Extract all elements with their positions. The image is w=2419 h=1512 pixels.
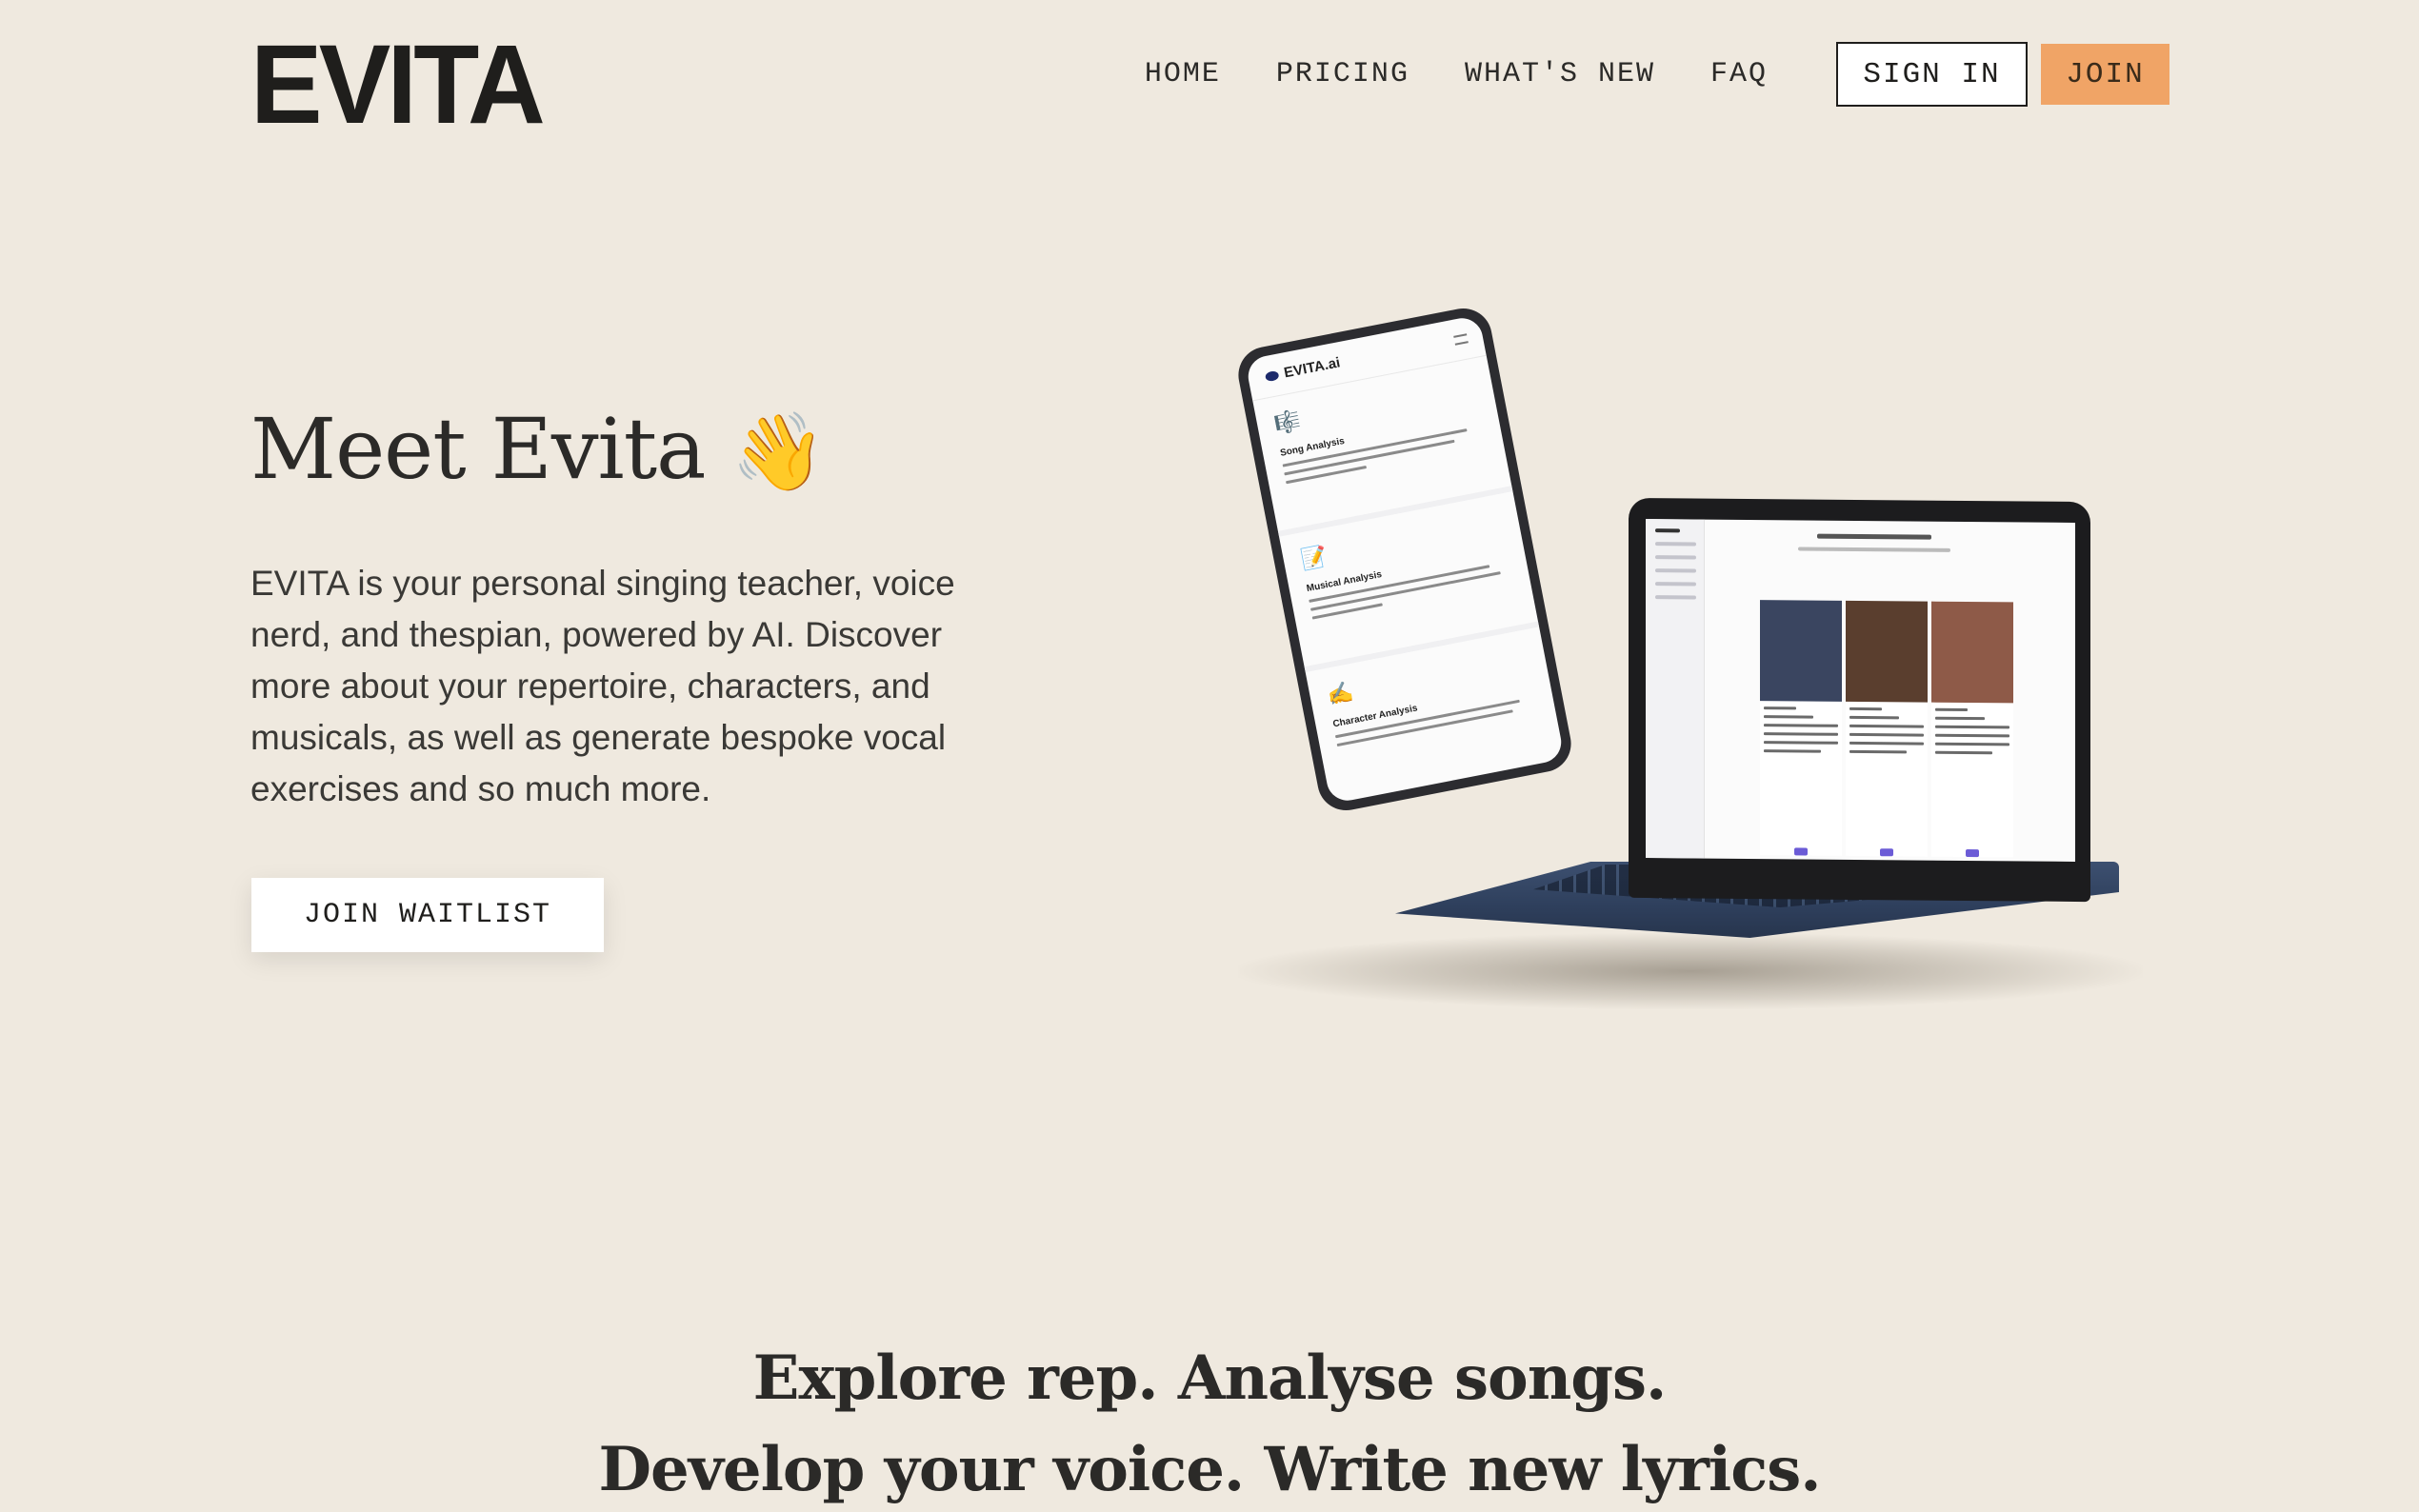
laptop-app-subheading bbox=[1798, 547, 1950, 552]
hero-description: EVITA is your personal singing teacher, … bbox=[250, 564, 955, 808]
phone-display: EVITA.ai 🎼 Song Analysis 📝 Musical Analy… bbox=[1244, 314, 1566, 805]
phone-app-brand: EVITA.ai bbox=[1282, 354, 1342, 382]
laptop-screen bbox=[1629, 497, 2090, 903]
join-waitlist-button[interactable]: JOIN WAITLIST bbox=[251, 878, 604, 952]
hero-title-text: Meet Evita bbox=[250, 400, 707, 498]
nav-whats-new[interactable]: WHAT'S NEW bbox=[1465, 58, 1655, 90]
nav-home[interactable]: HOME bbox=[1145, 58, 1221, 90]
evita-logo[interactable]: EVITA bbox=[250, 29, 546, 141]
tagline-line-2: Develop your voice. Write new lyrics. bbox=[598, 1434, 1821, 1505]
laptop-app-heading bbox=[1817, 533, 1931, 540]
top-nav: HOME PRICING WHAT'S NEW FAQ SIGN IN JOIN bbox=[1133, 42, 2169, 107]
join-button[interactable]: JOIN bbox=[2041, 44, 2169, 105]
phone-logo-icon bbox=[1264, 369, 1280, 382]
laptop-character-card bbox=[1760, 600, 1842, 856]
laptop-character-card bbox=[1931, 601, 2013, 858]
sign-in-button[interactable]: SIGN IN bbox=[1836, 42, 2028, 107]
laptop-display bbox=[1646, 519, 2075, 862]
device-shadow bbox=[1238, 933, 2143, 1009]
devices-mockup: EVITA.ai 🎼 Song Analysis 📝 Musical Analy… bbox=[1219, 303, 2152, 1047]
tagline-line-1: Explore rep. Analyse songs. bbox=[752, 1343, 1668, 1414]
hamburger-menu-icon bbox=[1453, 332, 1469, 346]
character-portrait-3 bbox=[1931, 601, 2013, 704]
nav-faq[interactable]: FAQ bbox=[1710, 58, 1768, 90]
character-portrait-2 bbox=[1846, 600, 1928, 703]
laptop-app-sidebar bbox=[1646, 519, 1705, 859]
nav-pricing[interactable]: PRICING bbox=[1276, 58, 1409, 90]
laptop-character-card bbox=[1846, 600, 1928, 857]
waving-hand-icon: 👋 bbox=[730, 408, 827, 496]
hero-title: Meet Evita 👋 bbox=[250, 400, 827, 498]
character-portrait-1 bbox=[1760, 600, 1842, 702]
phone-mockup: EVITA.ai 🎼 Song Analysis 📝 Musical Analy… bbox=[1233, 303, 1576, 816]
